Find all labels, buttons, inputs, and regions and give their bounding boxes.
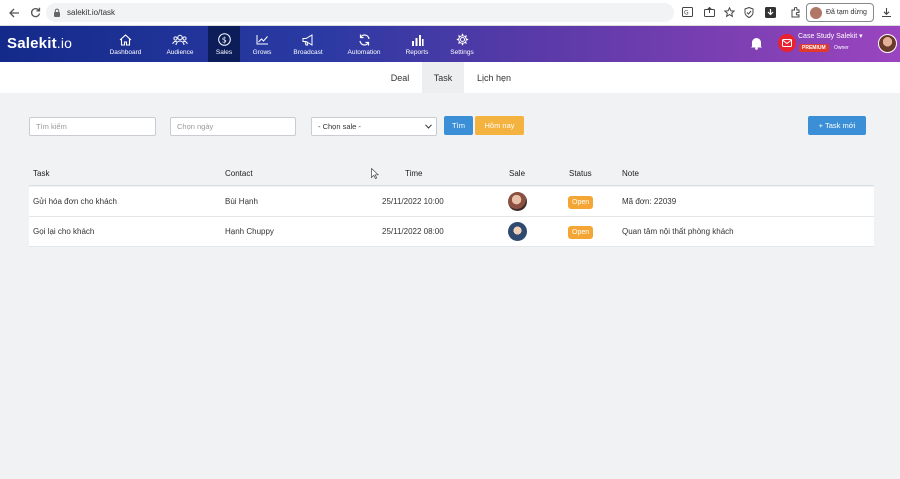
date-input[interactable]: Chọn ngày	[170, 117, 296, 136]
nav-settings[interactable]: Settings	[445, 26, 479, 62]
status-badge: Open	[568, 226, 594, 239]
column-header-time: Time	[405, 169, 423, 178]
mouse-cursor-icon	[371, 166, 380, 179]
lock-icon	[53, 8, 62, 17]
account-name[interactable]: Case Study Salekit ▾	[798, 32, 863, 40]
nav-label: Dashboard	[109, 48, 142, 56]
star-icon[interactable]	[723, 6, 735, 18]
contact-cell[interactable]: Bùi Hạnh	[225, 197, 258, 206]
gear-icon	[456, 33, 469, 47]
search-input[interactable]: Tìm kiếm	[29, 117, 156, 136]
sale-select[interactable]: - Chọn sale -	[311, 117, 437, 136]
date-placeholder: Chọn ngày	[177, 122, 214, 131]
search-placeholder: Tìm kiếm	[36, 122, 67, 131]
table-row[interactable]: Gọi lại cho khách Hạnh Chuppy 25/11/2022…	[29, 217, 874, 247]
chevron-down-icon: ▾	[859, 33, 863, 40]
bell-icon[interactable]	[750, 36, 763, 50]
logo-main-text: Salekit	[7, 35, 57, 52]
column-header-sale: Sale	[509, 169, 526, 178]
url-text: salekit.io/task	[67, 8, 116, 17]
nav-label: Sales	[215, 48, 233, 56]
time-cell: 25/11/2022 10:00	[382, 197, 444, 206]
nav-label: Settings	[450, 48, 474, 56]
profile-paused-button[interactable]: Đã tạm dừng	[806, 3, 874, 22]
users-icon	[172, 33, 188, 47]
new-task-button[interactable]: + Task mới	[808, 116, 866, 135]
column-header-note: Note	[622, 169, 639, 178]
sale-select-value: - Chọn sale -	[318, 122, 361, 131]
nav-audience[interactable]: Audience	[158, 26, 202, 62]
nav-automation[interactable]: Automation	[341, 26, 387, 62]
download-icon[interactable]	[880, 6, 892, 18]
svg-text:G: G	[684, 10, 689, 17]
account-name-text: Case Study Salekit	[798, 33, 858, 40]
nav-label: Reports	[405, 48, 429, 56]
search-button[interactable]: Tìm	[444, 116, 473, 135]
nav-label: Audience	[166, 48, 194, 56]
paused-label: Đã tạm dừng	[826, 9, 867, 16]
column-header-status: Status	[569, 169, 592, 178]
table-header: Task Contact Time Sale Status Note	[29, 164, 874, 186]
contact-cell[interactable]: Hạnh Chuppy	[225, 227, 274, 236]
nav-grows[interactable]: Grows	[246, 26, 278, 62]
column-header-task: Task	[33, 169, 50, 178]
chart-line-icon	[256, 33, 269, 47]
status-badge: Open	[568, 196, 594, 209]
download-ext-icon[interactable]	[764, 6, 776, 18]
svg-text:$: $	[221, 36, 226, 45]
megaphone-icon	[302, 33, 315, 47]
nav-sales[interactable]: $ Sales	[208, 26, 240, 62]
sale-avatar	[508, 192, 527, 211]
account-role: Owner	[834, 45, 849, 51]
address-bar[interactable]: salekit.io/task	[46, 3, 674, 22]
tab-task[interactable]: Task	[422, 62, 464, 93]
nav-label: Automation	[347, 48, 381, 56]
tab-deal[interactable]: Deal	[380, 62, 420, 93]
logo-suffix-text: .io	[56, 35, 73, 51]
nav-label: Grows	[252, 48, 272, 56]
nav-broadcast[interactable]: Broadcast	[288, 26, 328, 62]
nav-dashboard[interactable]: Dashboard	[103, 26, 148, 62]
extensions-icon[interactable]	[789, 6, 801, 18]
profile-avatar	[810, 6, 822, 19]
dollar-icon: $	[217, 33, 231, 47]
mail-icon[interactable]	[778, 34, 796, 52]
chevron-down-icon	[425, 122, 432, 131]
back-icon[interactable]	[7, 6, 21, 20]
app-header: Salekit.io Dashboard Audience $ Sales Gr…	[0, 26, 900, 62]
nav-reports[interactable]: Reports	[400, 26, 434, 62]
home-icon	[119, 33, 132, 47]
table-row[interactable]: Gửi hóa đơn cho khách Bùi Hạnh 25/11/202…	[29, 187, 874, 217]
reload-icon[interactable]	[28, 6, 42, 20]
shield-icon[interactable]	[743, 6, 755, 18]
share-icon[interactable]	[703, 6, 715, 18]
note-cell: Mã đơn: 22039	[622, 197, 677, 206]
task-cell: Gọi lại cho khách	[33, 227, 95, 236]
account-avatar[interactable]	[878, 34, 897, 53]
bar-chart-icon	[411, 33, 424, 47]
salekit-logo[interactable]: Salekit.io	[7, 35, 72, 52]
column-header-contact: Contact	[225, 169, 253, 178]
sale-avatar	[508, 222, 527, 241]
note-cell: Quan tâm nội thất phòng khách	[622, 227, 734, 236]
refresh-icon	[358, 33, 371, 47]
nav-label: Broadcast	[293, 48, 323, 56]
time-cell: 25/11/2022 08:00	[382, 227, 444, 236]
premium-badge: PREMIUM	[799, 44, 829, 52]
subtab-bar: Deal Task Lịch hẹn	[0, 62, 900, 93]
task-cell: Gửi hóa đơn cho khách	[33, 197, 117, 206]
tab-lich-hen[interactable]: Lịch hẹn	[466, 62, 522, 93]
today-button[interactable]: Hôm nay	[475, 116, 524, 135]
translate-icon[interactable]: G	[681, 6, 693, 18]
